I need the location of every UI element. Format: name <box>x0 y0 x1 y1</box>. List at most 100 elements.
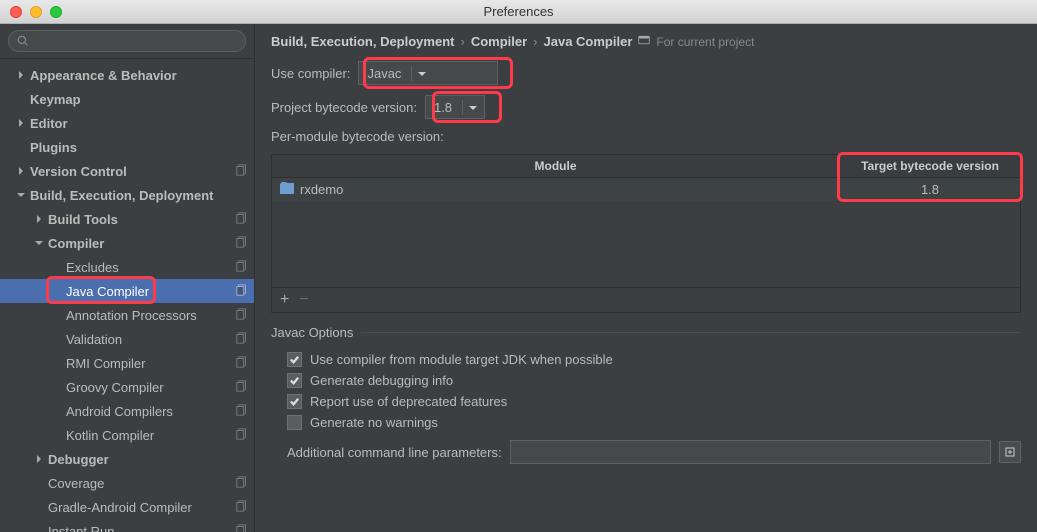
sidebar-item-appearance-behavior[interactable]: Appearance & Behavior <box>0 63 254 87</box>
minimize-window-button[interactable] <box>30 6 42 18</box>
project-scope-icon <box>236 308 248 323</box>
breadcrumb-separator: › <box>533 34 537 49</box>
use-compiler-dropdown[interactable]: Javac <box>358 61 498 85</box>
sidebar-item-label: Validation <box>66 332 236 347</box>
sidebar-item-label: Kotlin Compiler <box>66 428 236 443</box>
sidebar-item-label: Compiler <box>48 236 236 251</box>
project-scope-icon <box>236 260 248 275</box>
sidebar-item-label: RMI Compiler <box>66 356 236 371</box>
zoom-window-button[interactable] <box>50 6 62 18</box>
main-panel: Build, Execution, Deployment › Compiler … <box>255 24 1037 532</box>
sidebar-item-groovy-compiler[interactable]: Groovy Compiler <box>0 375 254 399</box>
sidebar-item-label: Annotation Processors <box>66 308 236 323</box>
project-scope-icon <box>236 284 248 299</box>
sidebar-item-annotation-processors[interactable]: Annotation Processors <box>0 303 254 327</box>
sidebar-item-validation[interactable]: Validation <box>0 327 254 351</box>
window-titlebar: Preferences <box>0 0 1037 24</box>
sidebar-item-debugger[interactable]: Debugger <box>0 447 254 471</box>
sidebar-item-label: Android Compilers <box>66 404 236 419</box>
project-bytecode-dropdown[interactable]: 1.8 <box>425 95 485 119</box>
search-icon <box>17 35 29 47</box>
target-bytecode-cell[interactable]: 1.8 <box>840 178 1020 201</box>
sidebar-item-label: Editor <box>30 116 248 131</box>
close-window-button[interactable] <box>10 6 22 18</box>
report-deprecation-checkbox[interactable]: Report use of deprecated features <box>287 394 1021 409</box>
additional-params-input[interactable] <box>510 440 991 464</box>
chevron-right-icon <box>14 71 28 79</box>
chevron-right-icon <box>32 215 46 223</box>
preferences-tree[interactable]: Appearance & Behavior Keymap Editor Plugins… <box>0 59 254 532</box>
sidebar-item-android-compilers[interactable]: Android Compilers <box>0 399 254 423</box>
window-title: Preferences <box>483 4 553 19</box>
per-module-label: Per-module bytecode version: <box>271 129 444 144</box>
search-input[interactable] <box>8 30 246 52</box>
project-scope-icon <box>236 476 248 491</box>
window-controls <box>0 6 62 18</box>
add-module-button[interactable]: + <box>280 292 289 308</box>
preferences-sidebar: Appearance & Behavior Keymap Editor Plugins… <box>0 24 255 532</box>
project-scope-icon <box>236 356 248 371</box>
sidebar-item-label: Excludes <box>66 260 236 275</box>
sidebar-item-keymap[interactable]: Keymap <box>0 87 254 111</box>
project-scope-icon <box>236 500 248 515</box>
project-scope-icon <box>638 34 650 49</box>
chevron-right-icon <box>14 167 28 175</box>
javac-options-legend: Javac Options <box>271 325 361 340</box>
sidebar-item-label: Build Tools <box>48 212 236 227</box>
project-scope-icon <box>236 404 248 419</box>
chevron-right-icon <box>14 119 28 127</box>
sidebar-item-build-execution-deployment[interactable]: Build, Execution, Deployment <box>0 183 254 207</box>
project-scope-icon <box>236 428 248 443</box>
use-compiler-label: Use compiler: <box>271 66 350 81</box>
sidebar-item-java-compiler[interactable]: Java Compiler <box>0 279 254 303</box>
breadcrumb: Build, Execution, Deployment › Compiler … <box>271 34 1021 49</box>
project-bytecode-label: Project bytecode version: <box>271 100 417 115</box>
generate-debug-checkbox[interactable]: Generate debugging info <box>287 373 1021 388</box>
project-scope-icon <box>236 524 248 532</box>
sidebar-item-kotlin-compiler[interactable]: Kotlin Compiler <box>0 423 254 447</box>
sidebar-item-rmi-compiler[interactable]: RMI Compiler <box>0 351 254 375</box>
expand-params-button[interactable] <box>999 441 1021 463</box>
no-warnings-checkbox[interactable]: Generate no warnings <box>287 415 1021 430</box>
sidebar-item-coverage[interactable]: Coverage <box>0 471 254 495</box>
sidebar-item-label: Gradle-Android Compiler <box>48 500 236 515</box>
chevron-down-icon <box>32 239 46 247</box>
project-scope-icon <box>236 332 248 347</box>
chevron-down-icon <box>411 66 426 81</box>
scope-label: For current project <box>656 35 754 49</box>
chevron-down-icon <box>14 191 28 199</box>
project-bytecode-value: 1.8 <box>434 100 452 115</box>
sidebar-item-version-control[interactable]: Version Control <box>0 159 254 183</box>
breadcrumb-separator: › <box>460 34 464 49</box>
sidebar-item-excludes[interactable]: Excludes <box>0 255 254 279</box>
column-header-module[interactable]: Module <box>272 155 840 177</box>
chevron-right-icon <box>32 455 46 463</box>
project-scope-icon <box>236 164 248 179</box>
sidebar-item-label: Coverage <box>48 476 236 491</box>
use-compiler-value: Javac <box>367 66 401 81</box>
project-scope-icon <box>236 236 248 251</box>
additional-params-label: Additional command line parameters: <box>287 445 502 460</box>
breadcrumb-segment: Java Compiler <box>544 34 633 49</box>
use-module-jdk-checkbox[interactable]: Use compiler from module target JDK when… <box>287 352 1021 367</box>
sidebar-item-gradle-android-compiler[interactable]: Gradle-Android Compiler <box>0 495 254 519</box>
sidebar-item-build-tools[interactable]: Build Tools <box>0 207 254 231</box>
module-name: rxdemo <box>300 182 343 197</box>
sidebar-item-label: Keymap <box>30 92 248 107</box>
chevron-down-icon <box>462 100 477 115</box>
remove-module-button[interactable]: − <box>299 292 308 308</box>
sidebar-item-plugins[interactable]: Plugins <box>0 135 254 159</box>
project-scope-icon <box>236 380 248 395</box>
breadcrumb-segment[interactable]: Build, Execution, Deployment <box>271 34 454 49</box>
table-row[interactable]: rxdemo 1.8 <box>272 178 1020 201</box>
sidebar-item-compiler[interactable]: Compiler <box>0 231 254 255</box>
module-icon <box>280 182 294 197</box>
column-header-target[interactable]: Target bytecode version <box>840 155 1020 177</box>
sidebar-item-label: Groovy Compiler <box>66 380 236 395</box>
sidebar-item-label: Plugins <box>30 140 248 155</box>
sidebar-item-label: Debugger <box>48 452 248 467</box>
sidebar-item-label: Build, Execution, Deployment <box>30 188 248 203</box>
breadcrumb-segment[interactable]: Compiler <box>471 34 527 49</box>
sidebar-item-instant-run[interactable]: Instant Run <box>0 519 254 532</box>
sidebar-item-editor[interactable]: Editor <box>0 111 254 135</box>
